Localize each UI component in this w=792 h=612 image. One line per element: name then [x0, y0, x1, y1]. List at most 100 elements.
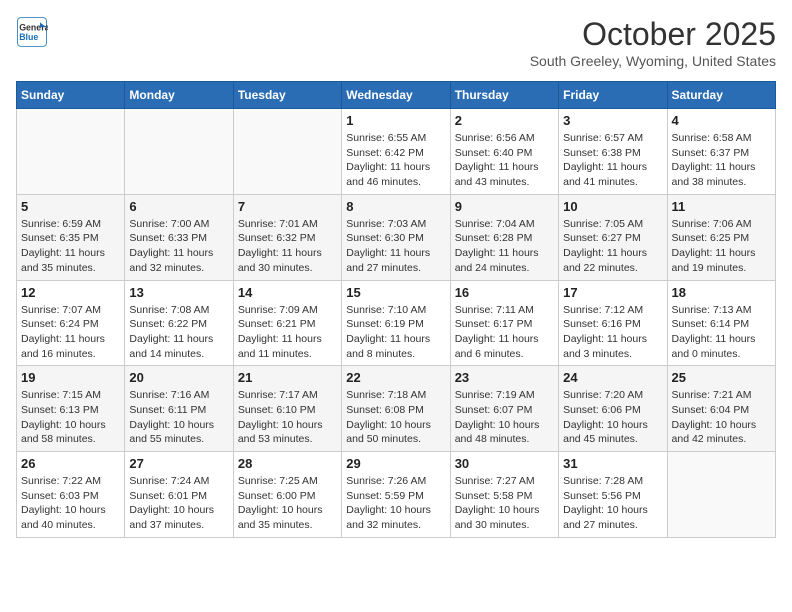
calendar-cell: 25 Sunrise: 7:21 AM Sunset: 6:04 PM Dayli… [667, 366, 775, 452]
calendar-cell: 22 Sunrise: 7:18 AM Sunset: 6:08 PM Dayli… [342, 366, 450, 452]
calendar-cell: 10Sunrise: 7:05 AM Sunset: 6:27 PM Dayli… [559, 194, 667, 280]
day-info: Sunrise: 7:04 AM Sunset: 6:28 PM Dayligh… [455, 217, 554, 276]
day-number: 29 [346, 456, 445, 471]
day-info: Sunrise: 7:08 AM Sunset: 6:22 PM Dayligh… [129, 303, 228, 362]
calendar-cell: 27 Sunrise: 7:24 AM Sunset: 6:01 PM Dayli… [125, 452, 233, 538]
calendar-cell: 30 Sunrise: 7:27 AM Sunset: 5:58 PM Dayli… [450, 452, 558, 538]
day-number: 25 [672, 370, 771, 385]
day-number: 6 [129, 199, 228, 214]
header-thursday: Thursday [450, 82, 558, 109]
day-number: 21 [238, 370, 337, 385]
header-sunday: Sunday [17, 82, 125, 109]
day-info: Sunrise: 7:05 AM Sunset: 6:27 PM Dayligh… [563, 217, 662, 276]
logo-icon: General Blue [16, 16, 48, 48]
calendar-cell: 6 Sunrise: 7:00 AM Sunset: 6:33 PM Daylig… [125, 194, 233, 280]
day-info: Sunrise: 7:20 AM Sunset: 6:06 PM Dayligh… [563, 388, 662, 447]
calendar-cell: 3Sunrise: 6:57 AM Sunset: 6:38 PM Daylig… [559, 109, 667, 195]
calendar-cell: 19 Sunrise: 7:15 AM Sunset: 6:13 PM Dayli… [17, 366, 125, 452]
day-number: 2 [455, 113, 554, 128]
day-number: 24 [563, 370, 662, 385]
calendar-cell: 12 Sunrise: 7:07 AM Sunset: 6:24 PM Dayli… [17, 280, 125, 366]
svg-text:Blue: Blue [19, 32, 38, 42]
day-info: Sunrise: 7:16 AM Sunset: 6:11 PM Dayligh… [129, 388, 228, 447]
day-info: Sunrise: 7:28 AM Sunset: 5:56 PM Dayligh… [563, 474, 662, 533]
day-number: 12 [21, 285, 120, 300]
day-number: 8 [346, 199, 445, 214]
day-number: 5 [21, 199, 120, 214]
day-number: 13 [129, 285, 228, 300]
calendar-cell [667, 452, 775, 538]
day-info: Sunrise: 7:24 AM Sunset: 6:01 PM Dayligh… [129, 474, 228, 533]
calendar-cell: 26Sunrise: 7:22 AM Sunset: 6:03 PM Dayli… [17, 452, 125, 538]
calendar-cell [125, 109, 233, 195]
calendar-week-5: 26Sunrise: 7:22 AM Sunset: 6:03 PM Dayli… [17, 452, 776, 538]
svg-text:General: General [19, 22, 48, 32]
day-info: Sunrise: 7:07 AM Sunset: 6:24 PM Dayligh… [21, 303, 120, 362]
calendar-cell: 29Sunrise: 7:26 AM Sunset: 5:59 PM Dayli… [342, 452, 450, 538]
day-number: 1 [346, 113, 445, 128]
day-number: 7 [238, 199, 337, 214]
day-info: Sunrise: 7:19 AM Sunset: 6:07 PM Dayligh… [455, 388, 554, 447]
calendar-week-2: 5 Sunrise: 6:59 AM Sunset: 6:35 PM Daylig… [17, 194, 776, 280]
logo: General Blue [16, 16, 48, 48]
day-info: Sunrise: 7:27 AM Sunset: 5:58 PM Dayligh… [455, 474, 554, 533]
calendar-cell: 31 Sunrise: 7:28 AM Sunset: 5:56 PM Dayli… [559, 452, 667, 538]
day-info: Sunrise: 7:21 AM Sunset: 6:04 PM Dayligh… [672, 388, 771, 447]
day-info: Sunrise: 7:10 AM Sunset: 6:19 PM Dayligh… [346, 303, 445, 362]
calendar-cell: 21 Sunrise: 7:17 AM Sunset: 6:10 PM Dayli… [233, 366, 341, 452]
header-saturday: Saturday [667, 82, 775, 109]
header-tuesday: Tuesday [233, 82, 341, 109]
calendar-cell: 15 Sunrise: 7:10 AM Sunset: 6:19 PM Dayli… [342, 280, 450, 366]
day-number: 23 [455, 370, 554, 385]
calendar-cell: 1 Sunrise: 6:55 AM Sunset: 6:42 PM Daylig… [342, 109, 450, 195]
day-number: 30 [455, 456, 554, 471]
calendar-week-4: 19 Sunrise: 7:15 AM Sunset: 6:13 PM Dayli… [17, 366, 776, 452]
calendar-cell: 5 Sunrise: 6:59 AM Sunset: 6:35 PM Daylig… [17, 194, 125, 280]
day-number: 18 [672, 285, 771, 300]
month-title: October 2025 [530, 16, 776, 53]
day-number: 4 [672, 113, 771, 128]
day-info: Sunrise: 6:55 AM Sunset: 6:42 PM Dayligh… [346, 131, 445, 190]
calendar-cell: 9 Sunrise: 7:04 AM Sunset: 6:28 PM Daylig… [450, 194, 558, 280]
day-number: 9 [455, 199, 554, 214]
day-info: Sunrise: 7:25 AM Sunset: 6:00 PM Dayligh… [238, 474, 337, 533]
day-info: Sunrise: 6:58 AM Sunset: 6:37 PM Dayligh… [672, 131, 771, 190]
day-info: Sunrise: 6:59 AM Sunset: 6:35 PM Dayligh… [21, 217, 120, 276]
calendar-cell [17, 109, 125, 195]
calendar-cell: 24 Sunrise: 7:20 AM Sunset: 6:06 PM Dayli… [559, 366, 667, 452]
header: General Blue October 2025 South Greeley,… [16, 16, 776, 69]
subtitle: South Greeley, Wyoming, United States [530, 53, 776, 69]
day-number: 16 [455, 285, 554, 300]
day-info: Sunrise: 7:03 AM Sunset: 6:30 PM Dayligh… [346, 217, 445, 276]
day-info: Sunrise: 7:00 AM Sunset: 6:33 PM Dayligh… [129, 217, 228, 276]
day-number: 17 [563, 285, 662, 300]
day-number: 15 [346, 285, 445, 300]
day-number: 22 [346, 370, 445, 385]
calendar-cell: 4 Sunrise: 6:58 AM Sunset: 6:37 PM Daylig… [667, 109, 775, 195]
day-number: 3 [563, 113, 662, 128]
calendar-cell [233, 109, 341, 195]
calendar-cell: 7Sunrise: 7:01 AM Sunset: 6:32 PM Daylig… [233, 194, 341, 280]
calendar-cell: 13 Sunrise: 7:08 AM Sunset: 6:22 PM Dayli… [125, 280, 233, 366]
day-number: 31 [563, 456, 662, 471]
calendar-week-1: 1 Sunrise: 6:55 AM Sunset: 6:42 PM Daylig… [17, 109, 776, 195]
day-number: 27 [129, 456, 228, 471]
calendar-cell: 17 Sunrise: 7:12 AM Sunset: 6:16 PM Dayli… [559, 280, 667, 366]
calendar-cell: 18Sunrise: 7:13 AM Sunset: 6:14 PM Dayli… [667, 280, 775, 366]
header-monday: Monday [125, 82, 233, 109]
calendar-cell: 11Sunrise: 7:06 AM Sunset: 6:25 PM Dayli… [667, 194, 775, 280]
day-number: 19 [21, 370, 120, 385]
day-info: Sunrise: 7:15 AM Sunset: 6:13 PM Dayligh… [21, 388, 120, 447]
day-info: Sunrise: 7:17 AM Sunset: 6:10 PM Dayligh… [238, 388, 337, 447]
calendar-cell: 28Sunrise: 7:25 AM Sunset: 6:00 PM Dayli… [233, 452, 341, 538]
calendar-week-3: 12 Sunrise: 7:07 AM Sunset: 6:24 PM Dayli… [17, 280, 776, 366]
day-info: Sunrise: 7:18 AM Sunset: 6:08 PM Dayligh… [346, 388, 445, 447]
day-number: 11 [672, 199, 771, 214]
day-number: 14 [238, 285, 337, 300]
calendar-cell: 2Sunrise: 6:56 AM Sunset: 6:40 PM Daylig… [450, 109, 558, 195]
header-wednesday: Wednesday [342, 82, 450, 109]
calendar-cell: 14Sunrise: 7:09 AM Sunset: 6:21 PM Dayli… [233, 280, 341, 366]
calendar-cell: 20Sunrise: 7:16 AM Sunset: 6:11 PM Dayli… [125, 366, 233, 452]
calendar-cell: 16Sunrise: 7:11 AM Sunset: 6:17 PM Dayli… [450, 280, 558, 366]
day-info: Sunrise: 7:12 AM Sunset: 6:16 PM Dayligh… [563, 303, 662, 362]
